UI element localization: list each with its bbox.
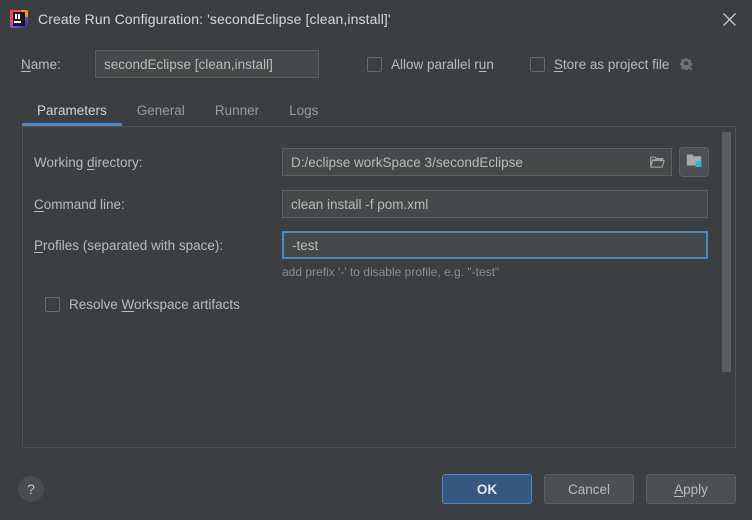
name-label: Name: xyxy=(21,56,61,72)
store-as-project-file-label: Store as project file xyxy=(554,57,670,72)
help-button[interactable]: ? xyxy=(18,476,44,502)
apply-button-label-mnemonic: A xyxy=(674,481,684,497)
resolve-workspace-label-mnemonic: W xyxy=(121,297,135,312)
apply-button-label-post: pply xyxy=(683,481,708,497)
allow-parallel-run-label-pre: Allow parallel r xyxy=(391,56,479,72)
name-label-mnemonic: N xyxy=(21,56,31,72)
tab-logs[interactable]: Logs xyxy=(274,103,333,127)
parameters-panel: Working directory: D:/eclipse workSpace … xyxy=(22,126,736,448)
intellij-idea-logo-icon xyxy=(10,10,28,28)
tab-bar: Parameters General Runner Logs xyxy=(0,90,752,126)
scrollbar-thumb[interactable] xyxy=(722,132,731,372)
resolve-workspace-artifacts-label: Resolve Workspace artifacts xyxy=(69,297,240,312)
working-directory-input[interactable] xyxy=(282,148,672,176)
allow-parallel-run-label-post: n xyxy=(486,56,494,72)
folder-open-icon[interactable] xyxy=(649,154,665,170)
close-icon[interactable] xyxy=(706,0,752,38)
command-line-label-mnemonic: C xyxy=(34,196,44,212)
profiles-label-post: rofiles (separated with space): xyxy=(43,237,224,253)
title-bar: Create Run Configuration: 'secondEclipse… xyxy=(0,0,752,38)
gear-dropdown-icon[interactable] xyxy=(677,54,697,74)
resolve-workspace-label-post: orkspace artifacts xyxy=(134,297,240,312)
ok-button[interactable]: OK xyxy=(442,474,532,504)
profiles-row: Profiles (separated with space): xyxy=(23,231,735,259)
apply-button[interactable]: Apply xyxy=(646,474,736,504)
working-directory-row: Working directory: xyxy=(23,147,735,177)
working-directory-label-mnemonic: d xyxy=(87,154,95,170)
working-directory-label: Working directory: xyxy=(34,155,282,170)
window-title: Create Run Configuration: 'secondEclipse… xyxy=(38,11,391,27)
cancel-button-label: Cancel xyxy=(567,481,611,497)
profiles-label: Profiles (separated with space): xyxy=(34,238,282,253)
store-as-project-file-checkbox-group[interactable]: Store as project file xyxy=(529,54,698,74)
profiles-hint: add prefix '-' to disable profile, e.g. … xyxy=(282,265,500,279)
store-as-project-file-label-post: tore as project file xyxy=(562,56,670,72)
command-line-input[interactable] xyxy=(282,190,708,218)
command-line-label: Command line: xyxy=(34,197,282,212)
allow-parallel-run-checkbox[interactable] xyxy=(367,56,382,72)
tab-parameters[interactable]: Parameters xyxy=(22,103,122,127)
create-run-configuration-dialog: Create Run Configuration: 'secondEclipse… xyxy=(0,0,752,520)
profiles-hint-row: add prefix '-' to disable profile, e.g. … xyxy=(23,264,735,279)
cancel-button[interactable]: Cancel xyxy=(544,474,634,504)
vertical-scrollbar[interactable] xyxy=(722,129,732,445)
store-as-project-file-label-mnemonic: S xyxy=(553,56,563,72)
resolve-workspace-artifacts-group[interactable]: Resolve Workspace artifacts xyxy=(23,297,735,312)
resolve-workspace-label-pre: Resolve xyxy=(69,297,122,312)
insert-macro-folder-icon xyxy=(686,153,703,171)
profiles-label-mnemonic: P xyxy=(34,237,44,253)
name-input[interactable] xyxy=(95,50,319,78)
allow-parallel-run-checkbox-group[interactable]: Allow parallel run xyxy=(367,56,494,72)
working-directory-label-post: irectory: xyxy=(94,154,143,170)
profiles-input[interactable] xyxy=(282,231,708,259)
dialog-button-group: OK Cancel Apply xyxy=(442,474,736,504)
name-row: Name: Allow parallel run Store as projec… xyxy=(0,38,752,90)
tab-runner[interactable]: Runner xyxy=(200,103,274,127)
store-as-project-file-checkbox[interactable] xyxy=(529,56,545,72)
ok-button-label: OK xyxy=(476,481,498,497)
allow-parallel-run-label: Allow parallel run xyxy=(391,57,494,72)
command-line-row: Command line: xyxy=(23,190,735,218)
working-directory-label-pre: Working xyxy=(34,154,88,170)
tab-general[interactable]: General xyxy=(122,103,200,127)
insert-macro-button[interactable] xyxy=(679,147,709,177)
resolve-workspace-artifacts-checkbox[interactable] xyxy=(45,297,60,312)
command-line-label-post: ommand line: xyxy=(43,196,125,212)
dialog-footer: ? OK Cancel Apply xyxy=(0,458,752,520)
